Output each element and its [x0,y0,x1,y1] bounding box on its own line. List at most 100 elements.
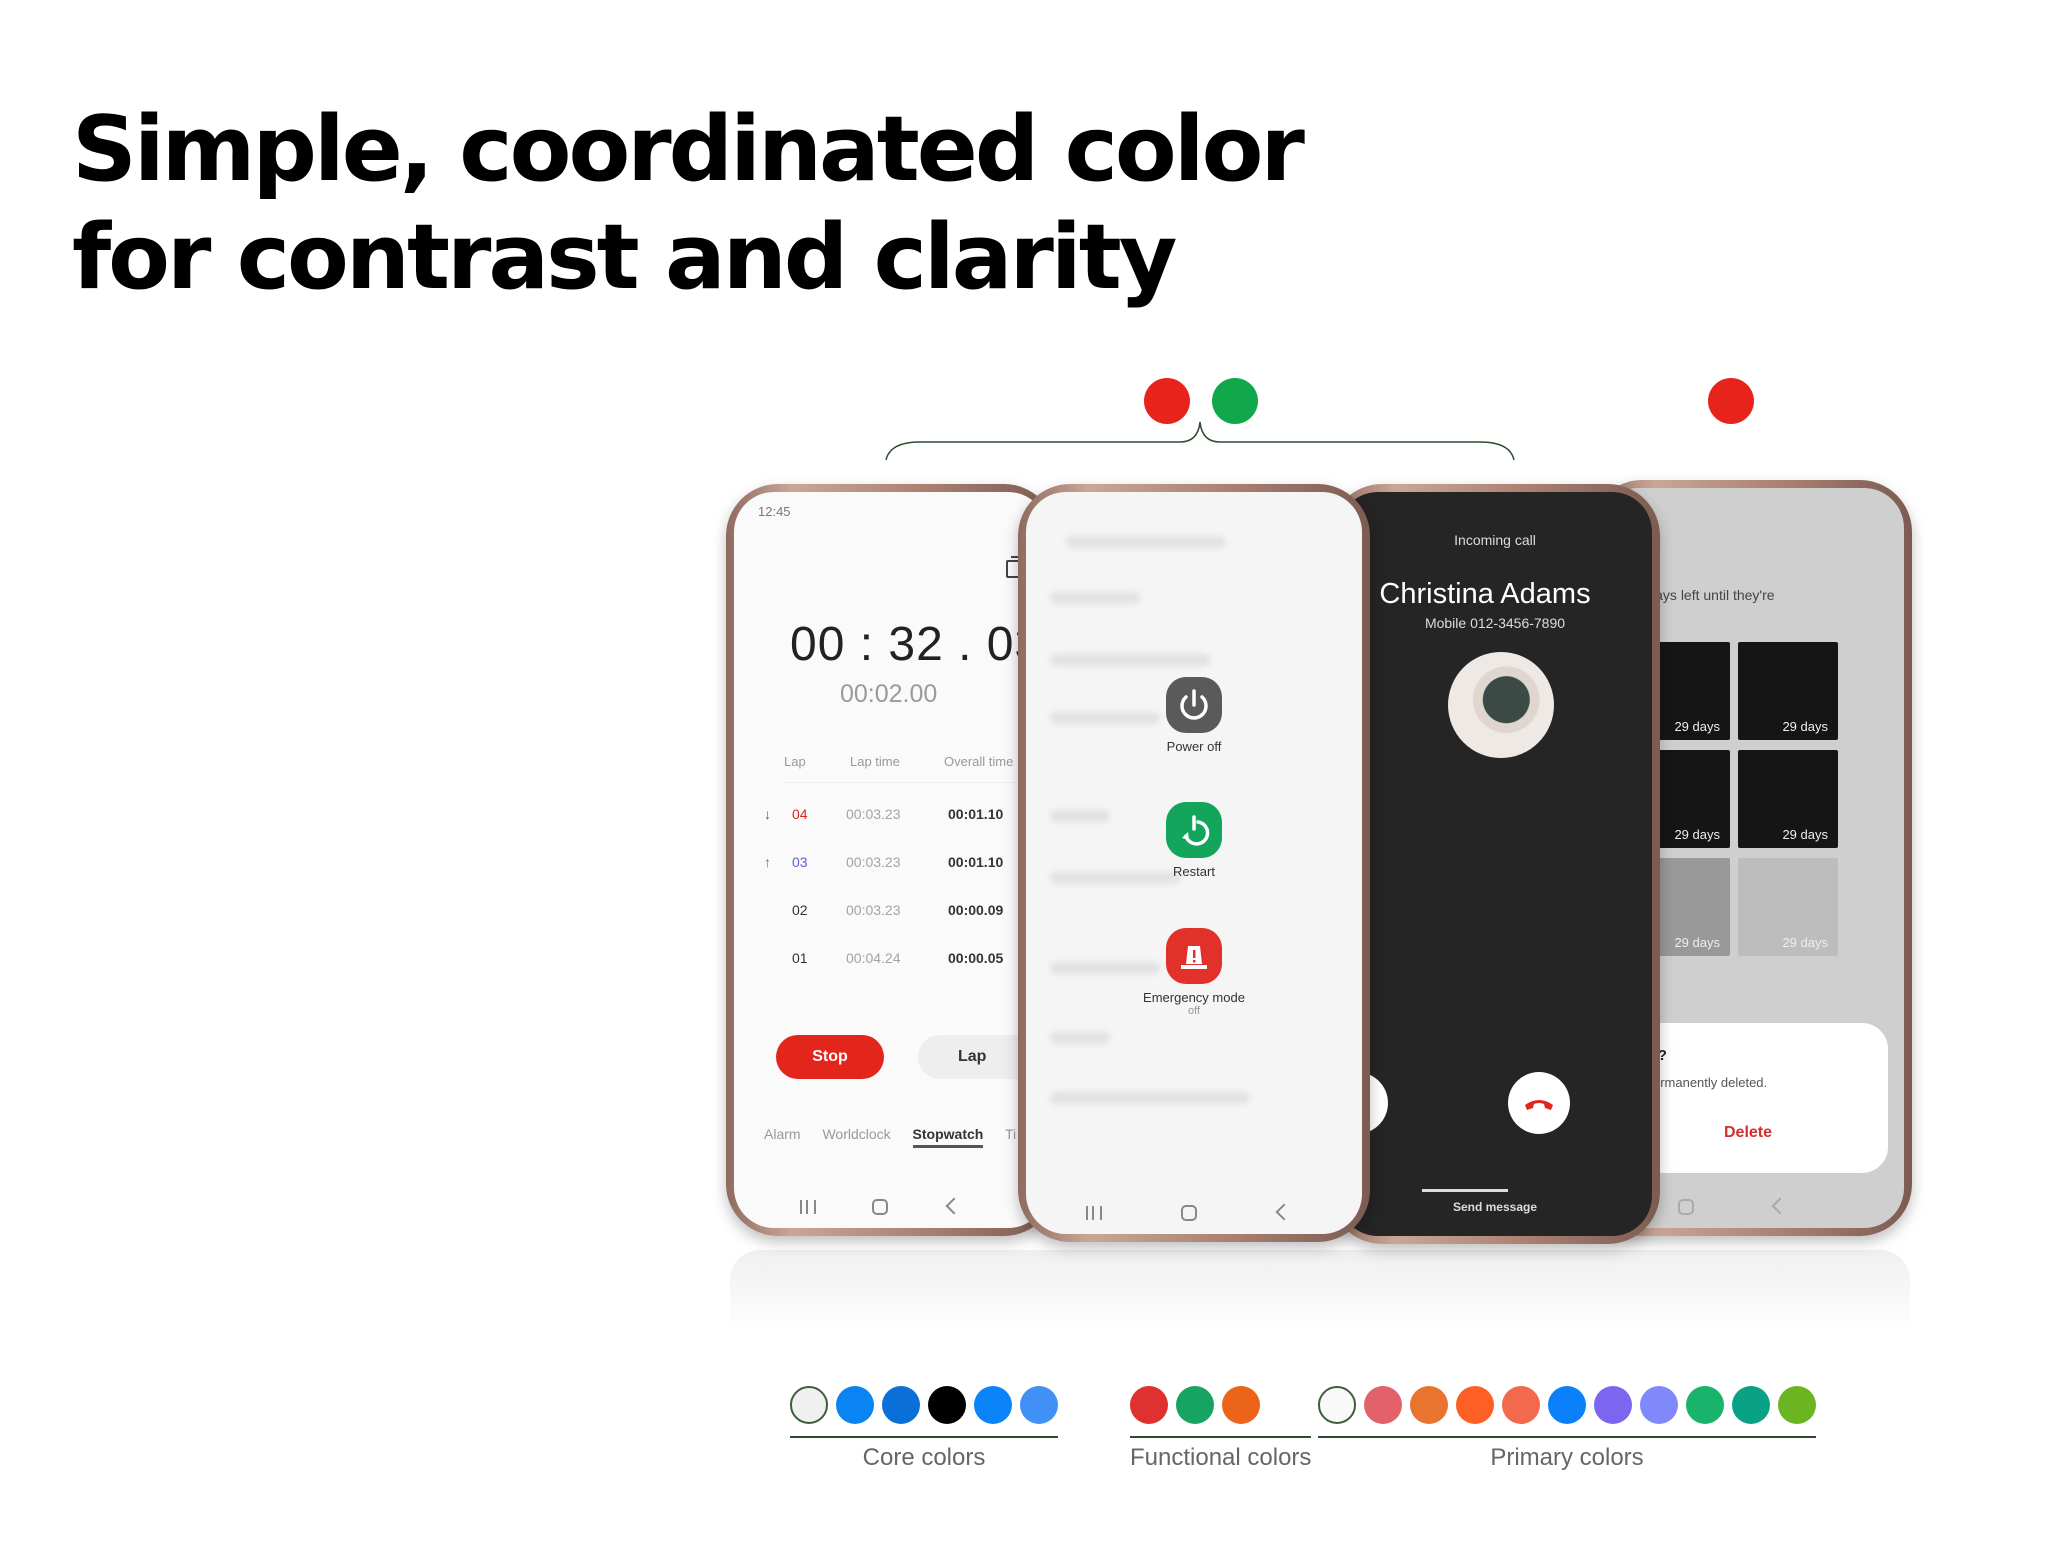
palette-core: Core colors [790,1386,1058,1472]
palette-rule [790,1436,1058,1438]
color-swatch [1778,1386,1816,1424]
incoming-call-phone: Incoming call Christina Adams Mobile 012… [1330,484,1660,1244]
clock-tabs: Alarm Worldclock Stopwatch Ti [764,1126,1048,1148]
hang-up-icon [1525,1100,1553,1110]
color-swatch [1176,1386,1214,1424]
emergency-mode-label: Emergency mode [1143,990,1245,1005]
color-swatch [1222,1386,1260,1424]
home-icon[interactable] [1181,1205,1197,1221]
color-swatch [974,1386,1012,1424]
lap-number: 03 [792,854,808,870]
divider [782,782,1048,783]
power-icon [1166,677,1222,733]
blurred-text [1050,654,1210,666]
send-message-label[interactable]: Send message [1338,1200,1652,1214]
color-swatch [928,1386,966,1424]
headline-line-2: for contrast and clarity [72,205,1177,310]
overall-time: 00:00.05 [948,950,1004,966]
back-icon[interactable] [1771,1197,1789,1215]
color-swatch [1364,1386,1402,1424]
color-swatch [836,1386,874,1424]
lap-number: 04 [792,806,808,822]
column-lap: Lap [784,754,806,769]
power-off-option[interactable]: Power off [1026,677,1362,754]
tab-timer[interactable]: Ti [1005,1126,1016,1142]
thumbnail[interactable]: 29 days [1738,642,1838,740]
arrow-down-icon: ↓ [764,806,771,822]
arrow-up-icon: ↑ [764,854,771,870]
back-icon[interactable] [945,1197,963,1215]
color-swatch [882,1386,920,1424]
caller-number: Mobile 012-3456-7890 [1424,615,1566,631]
home-icon[interactable] [1678,1199,1694,1215]
stopwatch-screen: 12:45 00 : 32 . 03 00:02.00 Lap Lap time… [734,492,1048,1228]
nav-bar [1026,1200,1362,1228]
decline-call-button[interactable] [1508,1072,1570,1134]
color-swatch [1732,1386,1770,1424]
recents-icon[interactable] [1086,1206,1102,1220]
status-time: 12:45 [758,504,791,519]
lap-row: 01 00:04.24 00:00.05 [734,950,1048,980]
indicator-dot-red [1144,378,1190,424]
color-swatch [1686,1386,1724,1424]
color-swatch [1640,1386,1678,1424]
emergency-icon [1166,928,1222,984]
tab-stopwatch[interactable]: Stopwatch [912,1126,984,1148]
tab-alarm[interactable]: Alarm [764,1126,801,1142]
overall-time: 00:00.09 [948,902,1004,918]
headline: Simple, coordinated color for contrast a… [72,96,1305,312]
restart-label: Restart [1173,864,1215,879]
blurred-text [1050,592,1140,604]
stopwatch-main-time: 00 : 32 . 03 [790,618,1043,671]
lap-time: 00:03.23 [846,902,901,918]
back-icon[interactable] [1275,1203,1293,1221]
stop-button[interactable]: Stop [776,1035,884,1079]
phone-reflection [730,1250,1910,1330]
lap-number: 01 [792,950,808,966]
palette-functional: Functional colors [1130,1386,1312,1472]
palette-label-core: Core colors [862,1444,986,1471]
palette-label-primary: Primary colors [1490,1444,1644,1471]
color-swatch [1020,1386,1058,1424]
stopwatch-phone: 12:45 00 : 32 . 03 00:02.00 Lap Lap time… [726,484,1056,1236]
power-menu-screen: Power off Restart Emergency mode off [1026,492,1362,1234]
color-swatch [1456,1386,1494,1424]
send-message-handle[interactable] [1422,1189,1508,1192]
blurred-text [1066,536,1226,548]
palette-rule [1130,1436,1312,1438]
lap-row: ↓ 04 00:03.23 00:01.10 [734,806,1048,836]
lap-number: 02 [792,902,808,918]
color-swatch [1410,1386,1448,1424]
color-swatch [1548,1386,1586,1424]
lap-row: 02 00:03.23 00:00.09 [734,902,1048,932]
power-menu-phone: Power off Restart Emergency mode off [1018,484,1370,1242]
color-swatch [1594,1386,1632,1424]
headline-line-1: Simple, coordinated color [72,97,1305,202]
thumbnail[interactable]: 29 days [1738,750,1838,848]
lap-row: ↑ 03 00:03.23 00:01.10 [734,854,1048,884]
delete-button[interactable]: Delete [1718,1123,1778,1143]
nav-bar [734,1194,1048,1222]
caller-name: Christina Adams [1379,578,1591,610]
incoming-call-screen: Incoming call Christina Adams Mobile 012… [1338,492,1652,1236]
home-icon[interactable] [872,1199,888,1215]
palette-rule [1318,1436,1816,1438]
thumbnail[interactable]: 29 days [1738,858,1838,956]
color-swatch [1502,1386,1540,1424]
call-header: Incoming call [1454,532,1536,548]
emergency-mode-status: off [1187,1005,1201,1017]
overall-time: 00:01.10 [948,806,1004,822]
color-swatch [1130,1386,1168,1424]
indicator-dot-green [1212,378,1258,424]
blurred-text [1050,1032,1110,1044]
column-lap-time: Lap time [850,754,900,769]
tab-worldclock[interactable]: Worldclock [822,1126,890,1142]
lap-time: 00:04.24 [846,950,901,966]
emergency-mode-option[interactable]: Emergency mode off [1026,928,1362,1017]
recents-icon[interactable] [800,1200,816,1214]
caller-avatar [1448,652,1554,758]
stopwatch-lap-time: 00:02.00 [840,680,938,708]
power-off-label: Power off [1166,739,1222,754]
restart-option[interactable]: Restart [1026,802,1362,879]
palette-label-functional: Functional colors [1130,1444,1312,1471]
